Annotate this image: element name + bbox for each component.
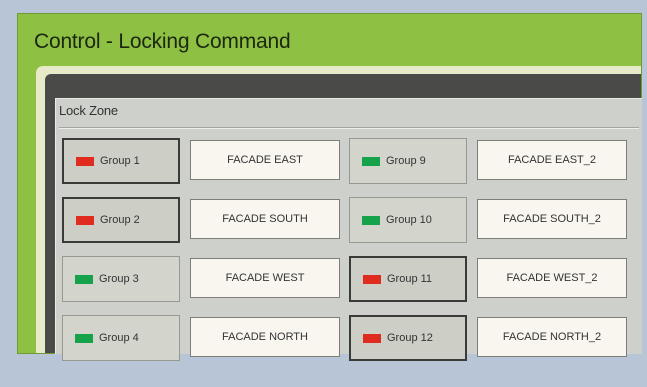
status-indicator [363,274,381,284]
group-label: Group 11 [387,273,433,285]
group-label: Group 4 [99,332,139,344]
group-label: Group 3 [99,273,139,285]
status-indicator [362,156,380,166]
group-button[interactable]: Group 11 [349,256,467,302]
zone-name-label: FACADE WEST [225,272,305,284]
group-button[interactable]: Group 3 [62,256,180,302]
group-button[interactable]: Group 10 [349,197,467,243]
zone-name-button[interactable]: FACADE EAST [190,140,340,180]
status-indicator [76,215,94,225]
group-label: Group 12 [387,332,433,344]
status-indicator [75,333,93,343]
group-button[interactable]: Group 4 [62,315,180,361]
group-button[interactable]: Group 2 [62,197,180,243]
group-label: Group 2 [100,214,140,226]
zone-name-label: FACADE NORTH [222,331,308,343]
status-indicator [363,333,381,343]
status-indicator [75,274,93,284]
zone-name-button[interactable]: FACADE NORTH [190,317,340,357]
divider [59,127,639,128]
zone-name-button[interactable]: FACADE NORTH_2 [477,317,627,357]
zone-name-button[interactable]: FACADE EAST_2 [477,140,627,180]
group-button[interactable]: Group 12 [349,315,467,361]
zone-name-button[interactable]: FACADE SOUTH_2 [477,199,627,239]
status-indicator [362,215,380,225]
zone-name-label: FACADE NORTH_2 [502,331,602,343]
status-indicator [76,156,94,166]
zone-name-button[interactable]: FACADE WEST [190,258,340,298]
control-window: Lock Zone Group 1 FACADE EAST Group 2 FA… [36,66,642,361]
group-label: Group 9 [386,155,426,167]
lock-zone-label: Lock Zone [59,103,118,118]
group-button[interactable]: Group 9 [349,138,467,184]
app-frame: Control - Locking Command Lock Zone Grou… [17,13,642,361]
zone-name-button[interactable]: FACADE WEST_2 [477,258,627,298]
zone-name-label: FACADE SOUTH [222,213,308,225]
zone-name-button[interactable]: FACADE SOUTH [190,199,340,239]
inner-frame: Lock Zone Group 1 FACADE EAST Group 2 FA… [45,74,642,361]
zone-name-label: FACADE EAST_2 [507,154,597,166]
window-title: Control - Locking Command [34,30,291,53]
lock-zone-panel: Lock Zone Group 1 FACADE EAST Group 2 FA… [55,98,642,361]
zone-name-label: FACADE WEST_2 [506,272,598,284]
group-button[interactable]: Group 1 [62,138,180,184]
zone-name-label: FACADE SOUTH_2 [503,213,601,225]
group-label: Group 10 [386,214,432,226]
zone-name-label: FACADE EAST [227,154,303,166]
group-label: Group 1 [100,155,140,167]
